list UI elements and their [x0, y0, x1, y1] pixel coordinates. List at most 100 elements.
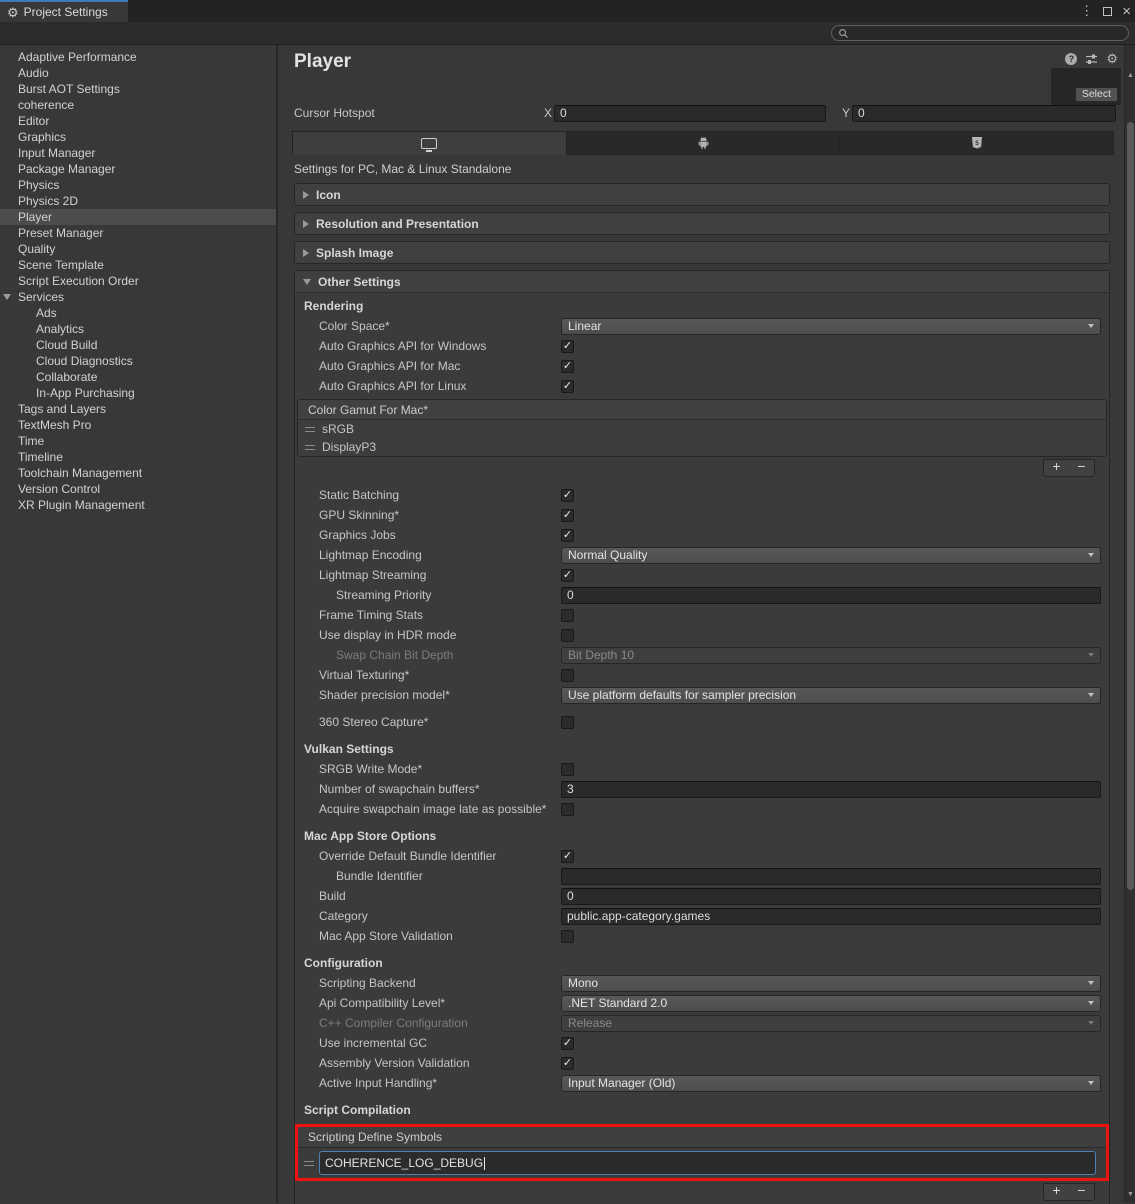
sidebar-item-timeline[interactable]: Timeline	[0, 449, 276, 465]
setting-row-static-batching: Static Batching✓	[295, 485, 1109, 505]
presets-icon[interactable]	[1085, 53, 1098, 65]
field-category[interactable]: public.app-category.games	[561, 908, 1101, 925]
sidebar-item-script-execution-order[interactable]: Script Execution Order	[0, 273, 276, 289]
search-input[interactable]	[831, 25, 1129, 41]
gear-icon[interactable]: ⚙	[1106, 52, 1118, 65]
subheader-label: Mac App Store Options	[295, 829, 561, 843]
sidebar-item-xr-plugin-management[interactable]: XR Plugin Management	[0, 497, 276, 513]
sidebar-item-coherence[interactable]: coherence	[0, 97, 276, 113]
drag-handle-icon[interactable]	[305, 445, 315, 450]
tab-project-settings[interactable]: ⚙ Project Settings	[0, 0, 128, 22]
checkbox-graphics-jobs[interactable]: ✓	[561, 529, 574, 542]
setting-label: Build	[295, 889, 561, 903]
sidebar-item-time[interactable]: Time	[0, 433, 276, 449]
foldout-open-icon[interactable]	[3, 294, 11, 300]
spacer	[295, 819, 1109, 826]
other-settings-foldout[interactable]: Other Settings	[295, 271, 1109, 293]
add-item-button[interactable]: +	[1044, 460, 1069, 476]
maximize-icon[interactable]	[1103, 7, 1112, 16]
checkbox-360-stereo-capture[interactable]	[561, 716, 574, 729]
sidebar-item-audio[interactable]: Audio	[0, 65, 276, 81]
field-build[interactable]: 0	[561, 888, 1101, 905]
help-icon[interactable]: ?	[1065, 53, 1077, 65]
sidebar-item-burst-aot-settings[interactable]: Burst AOT Settings	[0, 81, 276, 97]
remove-define-button[interactable]: −	[1069, 1184, 1094, 1200]
checkbox-assembly-version-validation[interactable]: ✓	[561, 1057, 574, 1070]
sidebar-item-graphics[interactable]: Graphics	[0, 129, 276, 145]
select-button[interactable]: Select	[1075, 87, 1118, 102]
checkbox-auto-graphics-api-for-windows[interactable]: ✓	[561, 340, 574, 353]
checkbox-use-incremental-gc[interactable]: ✓	[561, 1037, 574, 1050]
list-item-displayp3[interactable]: DisplayP3	[298, 438, 1106, 456]
setting-label: Number of swapchain buffers*	[295, 782, 561, 796]
sidebar-item-services[interactable]: Services	[0, 289, 276, 305]
scripting-define-symbols-input[interactable]: COHERENCE_LOG_DEBUG	[319, 1151, 1096, 1175]
sidebar-item-tags-and-layers[interactable]: Tags and Layers	[0, 401, 276, 417]
checkbox-mac-app-store-validation[interactable]	[561, 930, 574, 943]
scrollbar-thumb[interactable]	[1127, 122, 1134, 890]
sidebar-item-physics[interactable]: Physics	[0, 177, 276, 193]
sidebar-item-label: Analytics	[0, 321, 276, 337]
scroll-down-icon[interactable]: ▼	[1126, 1191, 1135, 1198]
sidebar-item-toolchain-management[interactable]: Toolchain Management	[0, 465, 276, 481]
sidebar-item-player[interactable]: Player	[0, 209, 276, 225]
dropdown-color-space[interactable]: Linear	[561, 318, 1101, 335]
setting-label: Assembly Version Validation	[295, 1056, 561, 1070]
checkbox-override-default-bundle-identifier[interactable]: ✓	[561, 850, 574, 863]
cursor-hotspot-x-field[interactable]: 0	[554, 105, 826, 122]
sidebar-item-physics-2d[interactable]: Physics 2D	[0, 193, 276, 209]
sidebar-item-textmesh-pro[interactable]: TextMesh Pro	[0, 417, 276, 433]
dropdown-lightmap-encoding[interactable]: Normal Quality	[561, 547, 1101, 564]
field-streaming-priority[interactable]: 0	[561, 587, 1101, 604]
section-foldout-splash-image[interactable]: Splash Image	[294, 241, 1110, 264]
section-foldout-resolution-and-presentation[interactable]: Resolution and Presentation	[294, 212, 1110, 235]
sidebar-item-package-manager[interactable]: Package Manager	[0, 161, 276, 177]
sidebar-item-label: Preset Manager	[0, 225, 276, 241]
close-icon[interactable]: ×	[1122, 4, 1131, 19]
spacer	[295, 946, 1109, 953]
drag-handle-icon[interactable]	[304, 1161, 314, 1166]
dropdown-shader-precision-model[interactable]: Use platform defaults for sampler precis…	[561, 687, 1101, 704]
list-item-srgb[interactable]: sRGB	[298, 420, 1106, 438]
checkbox-auto-graphics-api-for-linux[interactable]: ✓	[561, 380, 574, 393]
sidebar-item-cloud-build[interactable]: Cloud Build	[0, 337, 276, 353]
checkbox-gpu-skinning[interactable]: ✓	[561, 509, 574, 522]
platform-tab-standalone[interactable]	[293, 132, 567, 155]
add-define-button[interactable]: +	[1044, 1184, 1069, 1200]
sidebar-item-in-app-purchasing[interactable]: In-App Purchasing	[0, 385, 276, 401]
setting-label: Auto Graphics API for Windows	[295, 339, 561, 353]
checkbox-auto-graphics-api-for-mac[interactable]: ✓	[561, 360, 574, 373]
sidebar-item-adaptive-performance[interactable]: Adaptive Performance	[0, 49, 276, 65]
checkbox-acquire-swapchain-image-late-as-possible[interactable]	[561, 803, 574, 816]
sidebar-item-preset-manager[interactable]: Preset Manager	[0, 225, 276, 241]
cursor-hotspot-y-field[interactable]: 0	[852, 105, 1116, 122]
drag-handle-icon[interactable]	[305, 427, 315, 432]
field-bundle-identifier[interactable]	[561, 868, 1101, 885]
checkbox-srgb-write-mode[interactable]	[561, 763, 574, 776]
remove-item-button[interactable]: −	[1069, 460, 1094, 476]
sidebar-item-quality[interactable]: Quality	[0, 241, 276, 257]
dropdown-active-input-handling[interactable]: Input Manager (Old)	[561, 1075, 1101, 1092]
sidebar-item-cloud-diagnostics[interactable]: Cloud Diagnostics	[0, 353, 276, 369]
default-cursor-preview: Select	[1051, 68, 1121, 105]
sidebar-item-version-control[interactable]: Version Control	[0, 481, 276, 497]
sidebar-item-editor[interactable]: Editor	[0, 113, 276, 129]
sidebar-item-scene-template[interactable]: Scene Template	[0, 257, 276, 273]
checkbox-virtual-texturing[interactable]	[561, 669, 574, 682]
platform-tab-android[interactable]	[567, 132, 841, 155]
section-foldout-icon[interactable]: Icon	[294, 183, 1110, 206]
checkbox-frame-timing-stats[interactable]	[561, 609, 574, 622]
scroll-up-icon[interactable]: ▲	[1126, 72, 1135, 79]
checkbox-lightmap-streaming[interactable]: ✓	[561, 569, 574, 582]
sidebar-item-analytics[interactable]: Analytics	[0, 321, 276, 337]
sidebar-item-ads[interactable]: Ads	[0, 305, 276, 321]
checkbox-use-display-in-hdr-mode[interactable]	[561, 629, 574, 642]
checkbox-static-batching[interactable]: ✓	[561, 489, 574, 502]
platform-tab-webgl[interactable]: 5	[840, 132, 1113, 155]
sidebar-item-input-manager[interactable]: Input Manager	[0, 145, 276, 161]
dropdown-scripting-backend[interactable]: Mono	[561, 975, 1101, 992]
sidebar-item-collaborate[interactable]: Collaborate	[0, 369, 276, 385]
dropdown-api-compatibility-level[interactable]: .NET Standard 2.0	[561, 995, 1101, 1012]
field-number-of-swapchain-buffers[interactable]: 3	[561, 781, 1101, 798]
kebab-menu-icon[interactable]: ⋮	[1080, 3, 1093, 19]
